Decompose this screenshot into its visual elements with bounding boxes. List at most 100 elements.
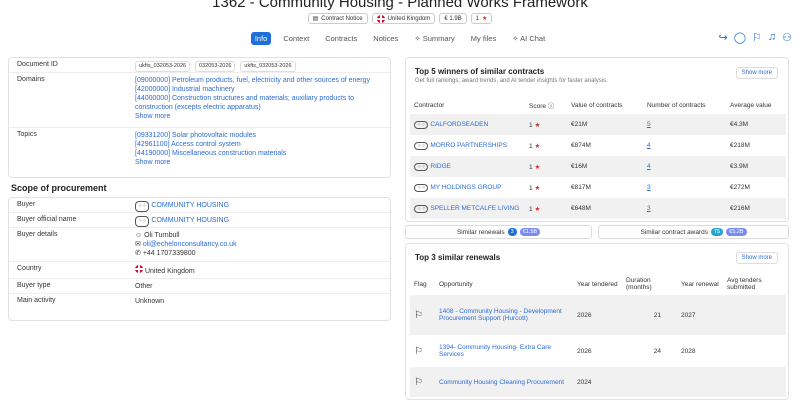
table-row: ⁘⁘ MORRO PARTNERSHIPS 1 ★ €874M 4 €218M bbox=[410, 135, 786, 156]
awards-value-badge: €5.2B bbox=[726, 228, 747, 236]
contract-count-link[interactable]: 4 bbox=[647, 142, 651, 149]
flag-icon[interactable]: ⚐ bbox=[414, 377, 423, 388]
column-header: Opportunity bbox=[439, 280, 473, 288]
domain-link[interactable]: [09000000] Petroleum products, fuel, ele… bbox=[135, 76, 382, 85]
similar-awards-button[interactable]: Similar contract awards 75 €5.2B bbox=[598, 225, 789, 239]
add-user-icon[interactable]: ⚇ bbox=[782, 31, 792, 44]
contract-count-link[interactable]: 3 bbox=[647, 205, 651, 212]
sparkle-icon: ✧ bbox=[512, 34, 521, 43]
column-header: Year renewal bbox=[681, 280, 719, 288]
star-icon: ★ bbox=[534, 184, 541, 192]
topic-link[interactable]: [09331200] Solar photovoltaic modules bbox=[135, 131, 286, 140]
comment-icon[interactable]: ◯ bbox=[734, 31, 746, 44]
tab-contracts[interactable]: Contracts bbox=[321, 32, 361, 45]
column-header: Flag bbox=[414, 280, 427, 288]
renewals-table: Flag Opportunity Year tendered Duration … bbox=[410, 273, 786, 397]
show-more-link[interactable]: Show more bbox=[135, 112, 382, 121]
document-id-tag: ukfts_032053-2026 bbox=[240, 61, 296, 72]
column-header: Avg tenders submitted bbox=[727, 277, 762, 291]
info-icon: ⓘ bbox=[547, 103, 555, 110]
tab-notices[interactable]: Notices bbox=[369, 32, 402, 45]
notice-type-chip: ▤ Contract Notice bbox=[307, 13, 368, 24]
winners-table: Contractor Score ⓘ Value of contracts Nu… bbox=[410, 96, 786, 219]
organization-icon: ⁘⁘ bbox=[414, 141, 429, 150]
contract-count-link[interactable]: 3 bbox=[647, 184, 651, 191]
column-header: Average value bbox=[730, 101, 772, 109]
phone-icon: ✆ bbox=[135, 250, 143, 257]
share-icon[interactable]: ↪ bbox=[718, 31, 727, 44]
table-row: ⚐ 1408 - Community Housing - Development… bbox=[410, 295, 786, 335]
document-id-row: Document ID ukfts_032053-2026 032053-202… bbox=[9, 58, 390, 73]
top-actions: ↪ ◯ ⚐ ♫ ⚇ bbox=[718, 31, 792, 44]
organization-icon: ⁘⁘ bbox=[414, 183, 429, 192]
table-row: ⁘⁘ RIDGE 1 ★ €16M 4 €3.9M bbox=[410, 156, 786, 177]
domain-link[interactable]: [44000000] Construction structures and m… bbox=[135, 94, 382, 112]
main-activity-row: Main activity Unknown bbox=[17, 297, 165, 305]
tab-context[interactable]: Context bbox=[279, 32, 313, 45]
domain-link[interactable]: [42000000] Industrial machinery bbox=[135, 85, 382, 94]
bell-icon[interactable]: ♫ bbox=[768, 31, 776, 44]
buyer-official-row: Buyer official name ⁘⁘ COMMUNITY HOUSING bbox=[9, 213, 390, 228]
show-more-link[interactable]: Show more bbox=[135, 158, 286, 167]
flag-icon[interactable]: ⚐ bbox=[752, 31, 762, 44]
organization-icon: ⁘⁘ bbox=[414, 204, 429, 213]
renewals-value-badge: €1.5B bbox=[519, 228, 541, 236]
document-id-tag: ukfts_032053-2026 bbox=[135, 61, 191, 72]
star-icon: ★ bbox=[482, 16, 488, 22]
column-header: Contractor bbox=[414, 101, 445, 109]
opportunity-link[interactable]: 1394- Community Housing- Extra Care Serv… bbox=[439, 344, 551, 358]
contract-count-link[interactable]: 4 bbox=[647, 163, 651, 170]
star-icon: ★ bbox=[534, 142, 541, 150]
winners-subtitle: Get full rankings, award trends, and AI … bbox=[415, 78, 608, 84]
topics-row: Topics [09331200] Solar photovoltaic mod… bbox=[17, 131, 287, 167]
uk-flag-icon bbox=[135, 265, 143, 273]
contractor-link[interactable]: CALFORDSEADEN bbox=[430, 121, 488, 128]
buyer-official-link[interactable]: COMMUNITY HOUSING bbox=[151, 217, 229, 224]
organization-icon: ⁘⁘ bbox=[414, 120, 429, 129]
tab-bar: Info Context Contracts Notices ✧ Summary… bbox=[0, 32, 800, 45]
renewals-show-more-button[interactable]: Show more bbox=[735, 252, 778, 264]
country-chip: United Kingdom bbox=[371, 13, 436, 24]
renewals-count-badge: 3 bbox=[507, 228, 517, 236]
tab-summary[interactable]: ✧ Summary bbox=[410, 32, 458, 45]
opportunity-link[interactable]: Community Housing Cleaning Procurement bbox=[439, 379, 564, 386]
renewals-title: Top 3 similar renewals bbox=[415, 253, 501, 262]
similar-renewals-button[interactable]: Similar renewals 3 €1.5B bbox=[405, 225, 592, 239]
flag-icon[interactable]: ⚐ bbox=[414, 310, 423, 321]
star-icon: ★ bbox=[534, 121, 541, 129]
mail-icon: ✉ bbox=[135, 241, 143, 248]
table-row: ⚐ 1394- Community Housing- Extra Care Se… bbox=[414, 344, 696, 358]
table-row: ⁘⁘ SPELLER METCALFE LIVING 1 ★ €648M 3 €2… bbox=[410, 198, 786, 219]
topic-link[interactable]: [44190000] Miscellaneous construction ma… bbox=[135, 149, 286, 158]
topic-link[interactable]: [42961100] Access control system bbox=[135, 140, 286, 149]
header-meta: ▤ Contract Notice United Kingdom € 1.9B 1… bbox=[0, 13, 800, 24]
column-header: Score ⓘ bbox=[529, 103, 555, 110]
uk-flag-icon bbox=[376, 14, 385, 23]
tab-my-files[interactable]: My files bbox=[467, 32, 500, 45]
table-row: ⚐ Community Housing Cleaning Procurement… bbox=[410, 367, 786, 397]
flag-icon[interactable]: ⚐ bbox=[414, 346, 423, 357]
column-header: Year tendered bbox=[577, 280, 618, 288]
column-header: Duration (months) bbox=[626, 277, 652, 291]
buyer-link[interactable]: COMMUNITY HOUSING bbox=[151, 202, 229, 209]
contract-count-link[interactable]: 5 bbox=[647, 121, 651, 128]
value-chip: € 1.9B bbox=[439, 13, 467, 24]
scope-panel: Buyer ⁘⁘ COMMUNITY HOUSING Buyer official… bbox=[8, 197, 391, 321]
contractor-link[interactable]: MY HOLDINGS GROUP bbox=[430, 184, 501, 191]
contractor-link[interactable]: MORRO PARTNERSHIPS bbox=[430, 142, 507, 149]
contact-email-link[interactable]: oli@echelonconsultancy.co.uk bbox=[143, 241, 237, 248]
contractor-link[interactable]: SPELLER METCALFE LIVING bbox=[430, 205, 519, 212]
awards-count-badge: 75 bbox=[711, 228, 724, 236]
winners-show-more-button[interactable]: Show more bbox=[735, 67, 778, 79]
contractor-link[interactable]: RIDGE bbox=[430, 163, 451, 170]
opportunity-link[interactable]: 1408 - Community Housing - Development P… bbox=[439, 308, 562, 322]
tab-ai-chat[interactable]: ✧ AI Chat bbox=[508, 32, 549, 45]
scope-title: Scope of procurement bbox=[11, 183, 107, 193]
domains-row: Domains [09000000] Petroleum products, f… bbox=[9, 73, 390, 128]
organization-icon: ⁘⁘ bbox=[414, 162, 429, 171]
person-icon: ☺ bbox=[135, 232, 145, 239]
country-row: Country United Kingdom bbox=[9, 262, 390, 279]
star-icon: ★ bbox=[534, 163, 541, 171]
score-chip: 1 ★ bbox=[470, 13, 493, 24]
tab-info[interactable]: Info bbox=[250, 32, 272, 45]
